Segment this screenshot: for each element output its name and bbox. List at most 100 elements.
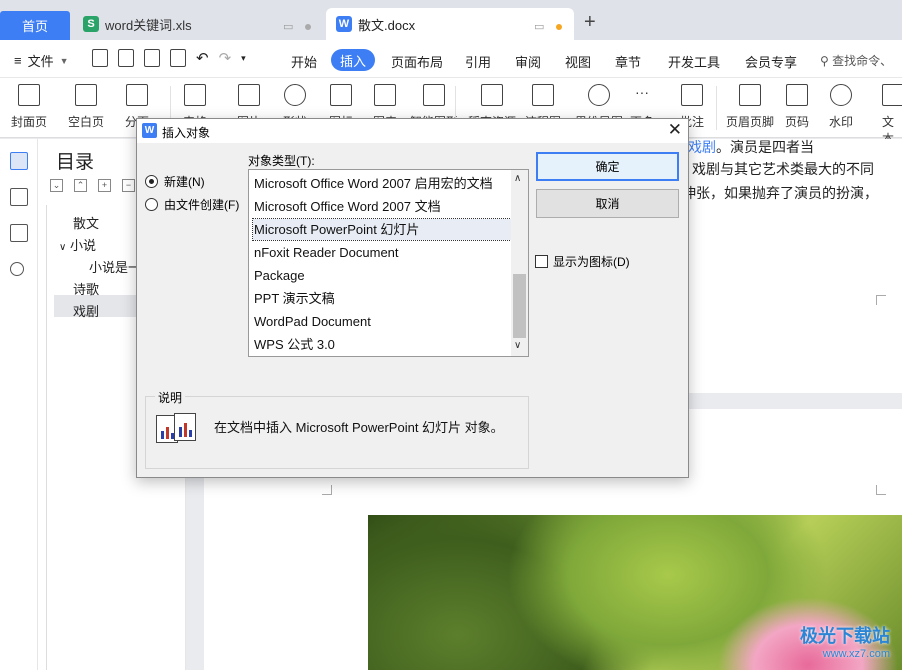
list-scrollbar[interactable]: ∧ ∨ [511,170,528,356]
docer-resource-icon [481,84,503,106]
monitor-icon[interactable]: ▭ [534,20,544,33]
list-item[interactable]: Microsoft Office Word 2007 启用宏的文档 [253,173,511,194]
outline-item-label: 小说 [69,238,96,253]
unsaved-dot-icon[interactable] [556,23,563,30]
outline-item[interactable]: 小说是一 [89,257,141,276]
bookmark-icon[interactable] [10,224,28,242]
command-search[interactable]: ⚲ 查找命令、 [820,52,892,69]
structure-icon[interactable] [10,188,28,206]
file-menu-label: 文件 [27,54,54,69]
ribbon-watermark[interactable]: 水印 [829,84,853,130]
radio-label: 新建(N) [164,175,205,189]
list-item[interactable]: Package [253,265,511,286]
undo-icon[interactable]: ↶ [196,49,209,67]
outline-item[interactable]: 诗歌 [73,279,99,298]
ribbon-page-number[interactable]: 页码 [785,84,809,130]
description-group: 说明 在文档中插入 Microsoft PowerPoint 幻灯片 对象。 [145,389,529,469]
ribbon-label: 页眉页脚 [726,115,775,129]
ribbon-separator [716,86,717,130]
monitor-icon[interactable]: ▭ [283,20,293,33]
ribbon-label: 封面页 [11,115,48,129]
wps-writer-icon: W [142,123,157,138]
tab-doc-file[interactable]: W 散文.docx ▭ [326,8,574,40]
menu-member[interactable]: 会员专享 [745,52,797,71]
smart-art-icon [423,84,445,106]
ribbon-header-footer[interactable]: 页眉页脚 [726,84,774,130]
radio-label: 由文件创建(F) [164,198,240,212]
menu-review[interactable]: 审阅 [515,52,541,71]
presentation-object-icon [156,413,198,445]
tab-bar: 首页 S word关键词.xls ▭ W 散文.docx ▭ + [0,0,902,40]
list-item[interactable]: Microsoft Office Word 2007 文档 [253,196,511,217]
watermark-icon [830,84,852,106]
menu-view[interactable]: 视图 [565,52,591,71]
print-icon[interactable] [144,49,160,67]
quick-access-toolbar: ↶ ↷ ▾ [92,49,246,67]
save-icon[interactable] [92,49,108,67]
tab-doc-label: 散文.docx [358,17,416,33]
chart-icon [374,84,396,106]
collapse-all-icon[interactable]: ⌃ [74,179,87,192]
ribbon-textbox[interactable]: 文本 [882,84,902,147]
close-dot-icon[interactable] [305,23,312,30]
show-as-icon-checkbox[interactable]: 显示为图标(D) [535,253,630,270]
list-item[interactable]: nFoxit Reader Document [253,242,511,263]
menu-bar: ≡ 文件 ▼ ↶ ↷ ▾ 开始 插入 页面布局 引用 审阅 视图 章节 开发工具… [0,40,902,78]
body-text: 戏剧与其它艺术类最大的不同 [692,161,874,177]
dialog-titlebar[interactable]: W 插入对象 ✕ [137,119,688,143]
outline-toolbar: ⌄ ⌃ + − [50,179,135,192]
file-menu[interactable]: ≡ 文件 ▼ [14,51,69,70]
chevron-down-icon[interactable]: ∨ [59,242,66,253]
list-item-selected[interactable]: Microsoft PowerPoint 幻灯片 [252,218,512,241]
textbox-icon [882,84,902,106]
ribbon-blank-page[interactable]: 空白页 [68,84,104,130]
scroll-up-icon[interactable]: ∧ [514,173,521,184]
mindmap-icon [588,84,610,106]
list-item[interactable]: WPS 公式 3.0 [253,334,511,355]
add-heading-icon[interactable]: + [98,179,111,192]
print-preview-icon[interactable] [170,49,186,67]
site-watermark: 极光下载站 www.xz7.com [800,626,890,660]
redo-icon[interactable]: ↷ [219,49,232,67]
menu-page-layout[interactable]: 页面布局 [391,52,443,71]
left-rail [0,139,38,670]
cover-page-icon [18,84,40,106]
checkbox-label: 显示为图标(D) [553,255,630,269]
scroll-down-icon[interactable]: ∨ [514,340,521,351]
outline-item[interactable]: ∨ 小说 [59,235,96,254]
radio-create-new[interactable]: 新建(N) [145,173,205,190]
header-footer-icon [739,84,761,106]
list-item[interactable]: PPT 演示文稿 [253,288,511,309]
body-text: 伸张，如果抛弃了演员的扮演， [682,185,878,201]
menu-section[interactable]: 章节 [615,52,641,71]
expand-all-icon[interactable]: ⌄ [50,179,63,192]
blank-page-icon [75,84,97,106]
menu-start[interactable]: 开始 [291,52,317,71]
ok-button[interactable]: 确定 [536,152,679,181]
menu-developer[interactable]: 开发工具 [668,52,720,71]
customize-icon[interactable]: ▾ [241,53,246,64]
scroll-thumb[interactable] [513,274,526,338]
margin-corner [876,485,886,495]
search-icon[interactable] [10,262,24,276]
new-tab-button[interactable]: + [584,12,596,32]
list-item[interactable]: WordPad Document [253,311,511,332]
ribbon-cover-page[interactable]: 封面页 [11,84,47,130]
radio-create-from-file[interactable]: 由文件创建(F) [145,196,239,213]
outline-item-selected[interactable]: 戏剧 [73,301,99,320]
page-number-icon [786,84,808,106]
cancel-button[interactable]: 取消 [536,189,679,218]
margin-corner [876,295,886,305]
outline-item[interactable]: 散文 [73,213,99,232]
object-type-list[interactable]: Microsoft Office Word 2007 启用宏的文档 Micros… [248,169,529,357]
outline-icon[interactable] [10,152,28,170]
tab-home[interactable]: 首页 [0,11,70,40]
tab-xls-file[interactable]: S word关键词.xls ▭ [73,8,323,40]
export-pdf-icon[interactable] [118,49,134,67]
remove-heading-icon[interactable]: − [122,179,135,192]
menu-insert[interactable]: 插入 [331,49,375,71]
menu-references[interactable]: 引用 [465,52,491,71]
close-button[interactable]: ✕ [668,120,682,140]
checkbox-box [535,255,548,268]
spreadsheet-icon: S [83,16,99,32]
